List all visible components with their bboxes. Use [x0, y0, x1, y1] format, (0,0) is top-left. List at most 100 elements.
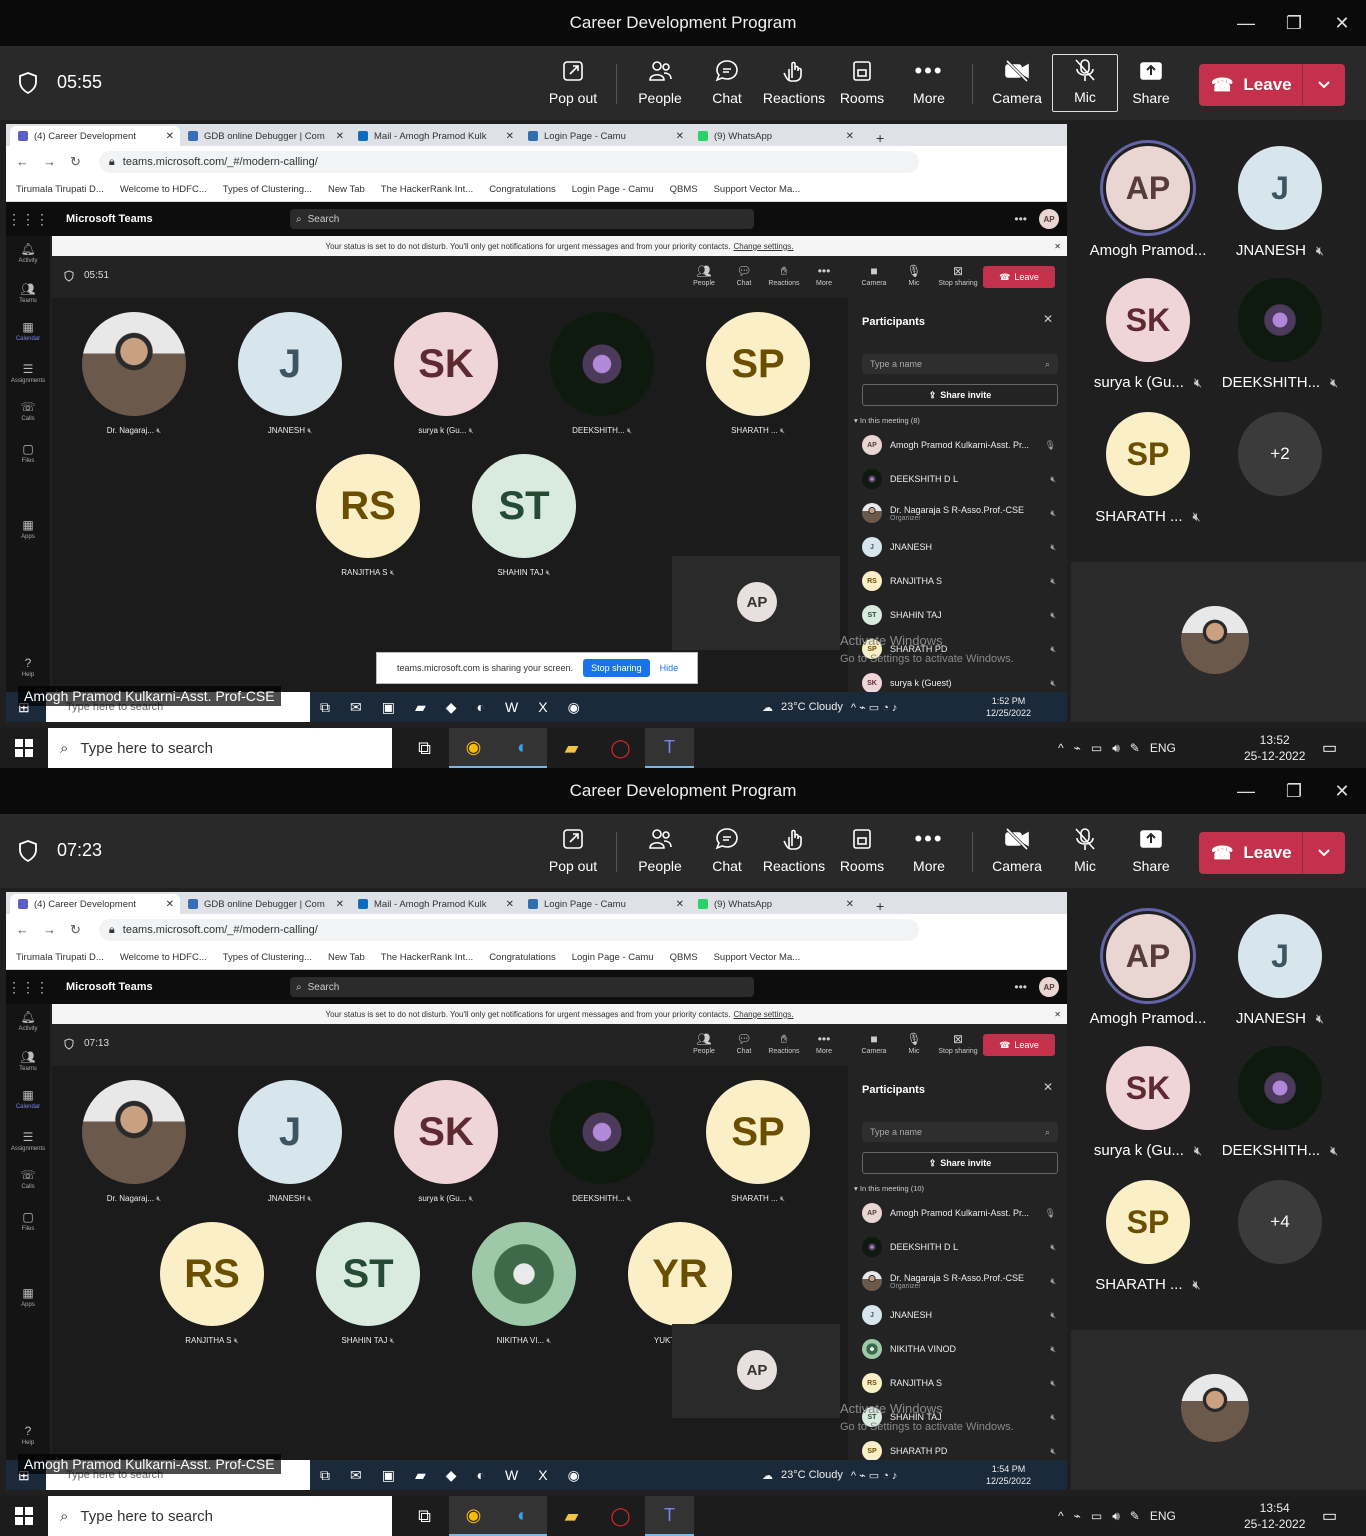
close-icon[interactable]: ✕	[676, 131, 684, 142]
network-icon[interactable]: ⌁	[1074, 741, 1081, 755]
share-invite-button[interactable]: ⇪ Share invite	[862, 384, 1058, 406]
bookmark-item[interactable]: Login Page - Camu	[572, 184, 654, 195]
close-icon[interactable]: ✕	[1054, 242, 1061, 251]
participant-row[interactable]: DEEKSHITH D L 🔇︎	[862, 1236, 1058, 1258]
store-icon[interactable]: ▣	[382, 1467, 395, 1484]
participant-row[interactable]: RS RANJITHA S 🔇︎	[862, 570, 1058, 592]
participant-row[interactable]: SK surya k (Guest) 🔇︎	[862, 672, 1058, 694]
pen-icon[interactable]: ✎	[1130, 1509, 1140, 1523]
bookmark-item[interactable]: Welcome to HDFC...	[120, 952, 207, 963]
rail-item[interactable]: ☰ Assignments	[6, 362, 50, 384]
bookmark-item[interactable]: Tirumala Tirupati D...	[16, 184, 104, 195]
video-tile[interactable]: J JNANESH 🔇︎	[1215, 146, 1345, 259]
inner-reactions-button[interactable]: ✋︎ Reactions	[762, 1032, 806, 1055]
bookmark-item[interactable]: Tirumala Tirupati D...	[16, 952, 104, 963]
bookmark-item[interactable]: Types of Clustering...	[223, 184, 312, 195]
more-icon[interactable]: •••	[1014, 212, 1027, 226]
maximize-button[interactable]: ❐	[1270, 768, 1318, 814]
rail-item[interactable]: 👥︎ Teams	[6, 282, 50, 304]
reactions-button[interactable]: Reactions	[761, 56, 827, 112]
video-tile[interactable]: J JNANESH 🔇︎	[1215, 914, 1345, 1027]
url-field[interactable]: 🔒︎ teams.microsoft.com/_#/modern-calling/	[98, 919, 919, 941]
excel-icon[interactable]: X	[538, 1467, 547, 1484]
people-button[interactable]: People	[627, 56, 693, 112]
hide-button[interactable]: Hide	[660, 663, 679, 673]
participant-tile[interactable]: RS RANJITHA S 🔇︎	[316, 454, 420, 578]
close-icon[interactable]: ✕	[846, 131, 854, 142]
leave-button[interactable]: ☎ Leave	[1199, 832, 1345, 874]
close-button[interactable]: ✕	[1318, 768, 1366, 814]
in-meeting-header[interactable]: ▾ In this meeting (8)	[854, 416, 920, 425]
stop-sharing-button[interactable]: ⊠ Stop sharing	[936, 1032, 980, 1055]
stop-sharing-chrome-button[interactable]: Stop sharing	[583, 659, 650, 677]
inner-mic-button[interactable]: 🎙︎ Mic	[892, 1032, 936, 1055]
edge-icon[interactable]: ◐	[477, 1467, 485, 1484]
participant-tile[interactable]: SP SHARATH ... 🔇︎	[706, 312, 810, 436]
rail-item[interactable]: ? Help	[6, 656, 50, 678]
participant-row[interactable]: RS RANJITHA S 🔇︎	[862, 1372, 1058, 1394]
video-tile[interactable]: AP Amogh Pramod...	[1083, 914, 1213, 1027]
windows-start-button[interactable]	[0, 1507, 48, 1525]
mic-button[interactable]: Mic	[1052, 54, 1118, 112]
in-meeting-header[interactable]: ▾ In this meeting (10)	[854, 1184, 924, 1193]
video-tile[interactable]: SK surya k (Gu... 🔇︎	[1083, 278, 1213, 391]
network-icon[interactable]: ⌁	[1074, 1509, 1081, 1523]
video-tile[interactable]: SP SHARATH ... 🔇︎	[1083, 412, 1213, 525]
bookmark-item[interactable]: Congratulations	[489, 184, 556, 195]
language-indicator[interactable]: ENG	[1150, 1509, 1176, 1523]
volume-icon[interactable]: 🔊︎	[1112, 741, 1120, 756]
folder-icon[interactable]: ▰	[415, 699, 426, 716]
stop-sharing-button[interactable]: ⊠ Stop sharing	[936, 264, 980, 287]
inner-chat-button[interactable]: 💬︎ Chat	[722, 264, 766, 287]
leave-button[interactable]: ☎ Leave	[1199, 64, 1345, 106]
participant-row[interactable]: NIKITHA VINOD 🔇︎	[862, 1338, 1058, 1360]
close-icon[interactable]: ✕	[1054, 1010, 1061, 1019]
weather-text[interactable]: 23°C Cloudy	[781, 1469, 843, 1481]
word-icon[interactable]: W	[505, 699, 518, 716]
store-icon[interactable]: ▣	[382, 699, 395, 716]
forward-icon[interactable]: →	[43, 922, 56, 938]
app-launcher-icon[interactable]: ⋮⋮⋮	[6, 211, 50, 228]
file-explorer-icon[interactable]: ▰	[547, 1496, 596, 1536]
browser-tab[interactable]: (9) WhatsApp ✕	[690, 126, 860, 146]
rail-item[interactable]: ▢ Files	[6, 442, 50, 464]
participant-row[interactable]: DEEKSHITH D L 🔇︎	[862, 468, 1058, 490]
close-icon[interactable]: ✕	[1043, 312, 1053, 326]
opera-icon[interactable]: ◯	[596, 728, 645, 768]
participant-tile[interactable]: J JNANESH 🔇︎	[238, 312, 342, 436]
presenter-video[interactable]	[1071, 1330, 1366, 1490]
edge-icon[interactable]: ◐	[477, 699, 485, 716]
video-tile[interactable]: DEEKSHITH... 🔇︎	[1215, 1046, 1345, 1159]
back-icon[interactable]: ←	[16, 922, 29, 938]
tray-icons[interactable]: ^ ⌁ ▭ ◔ ♪	[851, 1469, 898, 1482]
app-icon[interactable]: ◆	[446, 1467, 457, 1484]
participant-tile[interactable]: ST SHAHIN TAJ 🔇︎	[316, 1222, 420, 1346]
chrome-icon[interactable]: ◉	[568, 699, 580, 716]
app-icon[interactable]: ◆	[446, 699, 457, 716]
mail-icon[interactable]: ✉	[350, 699, 362, 716]
participant-row[interactable]: ST SHAHIN TAJ 🔇︎	[862, 604, 1058, 626]
back-icon[interactable]: ←	[16, 154, 29, 170]
browser-tab[interactable]: (9) WhatsApp ✕	[690, 894, 860, 914]
presenter-video[interactable]	[1071, 562, 1366, 722]
minimize-button[interactable]: —	[1222, 768, 1270, 814]
bookmark-item[interactable]: The HackerRank Int...	[381, 184, 473, 195]
taskbar-search-box[interactable]: ⌕ Type here to search	[48, 1496, 392, 1536]
self-video-tile[interactable]: AP	[672, 1324, 840, 1418]
file-explorer-icon[interactable]: ▰	[547, 728, 596, 768]
windows-start-button[interactable]	[0, 739, 48, 757]
browser-tab[interactable]: GDB online Debugger | Com ✕	[180, 894, 350, 914]
change-settings-link[interactable]: Change settings.	[733, 242, 793, 251]
url-field[interactable]: 🔒︎ teams.microsoft.com/_#/modern-calling/	[98, 151, 919, 173]
pop-out-button[interactable]: Pop out	[540, 56, 606, 112]
participant-search-input[interactable]: Type a name ⌕	[862, 354, 1058, 374]
participant-row[interactable]: Dr. Nagaraja S R-Asso.Prof.-CSE Organizer…	[862, 502, 1058, 524]
bookmark-item[interactable]: Welcome to HDFC...	[120, 184, 207, 195]
participant-tile[interactable]: ST SHAHIN TAJ 🔇︎	[472, 454, 576, 578]
chat-button[interactable]: Chat	[694, 824, 760, 880]
inner-more-button[interactable]: ••• More	[802, 1032, 846, 1055]
maximize-button[interactable]: ❐	[1270, 0, 1318, 46]
word-icon[interactable]: W	[505, 1467, 518, 1484]
share-button[interactable]: Share	[1118, 824, 1184, 880]
participant-tile[interactable]: RS RANJITHA S 🔇︎	[160, 1222, 264, 1346]
